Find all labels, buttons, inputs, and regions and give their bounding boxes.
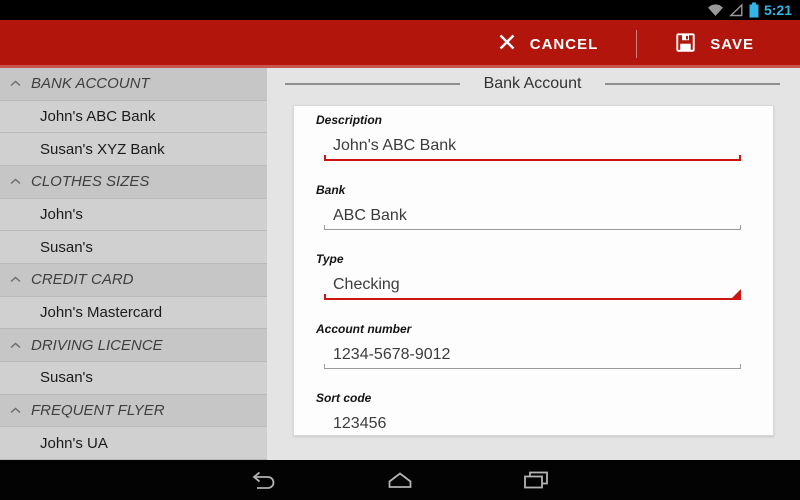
sidebar-header-label: BANK ACCOUNT [31,75,150,93]
action-bar-divider [636,30,638,58]
spinner-dropdown-icon[interactable] [730,289,741,300]
sidebar-item-susans-xyz-bank[interactable]: Susan's XYZ Bank [0,133,267,166]
sidebar-item-label: Susan's XYZ Bank [40,140,165,158]
description-underline-focused [324,155,741,161]
battery-icon [749,2,759,18]
sidebar-item-susans-clothes[interactable]: Susan's [0,231,267,264]
field-label: Type [316,252,344,266]
field-label: Description [316,113,383,127]
entry-form-card: Description John's ABC Bank Bank ABC Ban… [293,105,774,436]
sidebar-header-label: DRIVING LICENCE [31,336,163,354]
sidebar-item-label: Susan's [40,238,93,256]
signal-icon [729,3,744,17]
entry-title-row: Bank Account [285,74,780,94]
sidebar-header-clothes-sizes[interactable]: CLOTHES SIZES [0,165,267,199]
collapse-caret-icon [9,271,22,288]
sidebar-item-johns-clothes[interactable]: John's [0,198,267,232]
sidebar-item-label: John's ABC Bank [40,107,156,125]
field-description: Description John's ABC Bank [294,113,773,161]
sidebar-header-credit-card[interactable]: CREDIT CARD [0,263,267,297]
category-sidebar: BANK ACCOUNT John's ABC Bank Susan's XYZ… [0,68,267,460]
account-number-input[interactable]: 1234-5678-9012 [316,345,741,365]
collapse-caret-icon [9,337,22,354]
save-floppy-icon [675,32,696,57]
sidebar-item-susans-licence[interactable]: Susan's [0,361,267,395]
android-nav-bar [0,460,800,500]
status-bar: 5:21 [0,0,800,20]
type-underline [324,289,741,300]
field-label: Account number [316,322,412,336]
collapse-caret-icon [9,402,22,419]
sidebar-item-johns-abc-bank[interactable]: John's ABC Bank [0,100,267,134]
action-bar: CANCEL SAVE [0,20,800,68]
bank-underline [324,225,741,230]
sidebar-item-johns-ua[interactable]: John's UA [0,427,267,460]
bank-input[interactable]: ABC Bank [316,206,741,226]
cancel-button[interactable]: CANCEL [494,25,603,63]
account-number-underline [324,364,741,369]
title-rule-right [605,83,780,85]
field-account-number: Account number 1234-5678-9012 [294,322,773,369]
sidebar-header-label: FREQUENT FLYER [31,401,165,419]
save-label: SAVE [710,35,754,53]
home-icon[interactable] [384,469,416,491]
sidebar-header-label: CREDIT CARD [31,271,134,289]
cancel-label: CANCEL [529,35,599,53]
clock: 5:21 [763,2,792,18]
save-button[interactable]: SAVE [671,24,758,65]
sidebar-item-label: John's Mastercard [40,303,163,321]
field-sort-code: Sort code 123456 [294,391,773,434]
field-label: Sort code [316,391,372,405]
field-bank: Bank ABC Bank [294,183,773,230]
type-spinner[interactable]: Checking [316,275,741,295]
title-rule-left [285,83,460,85]
sidebar-item-label: John's [40,205,83,223]
sidebar-header-driving-licence[interactable]: DRIVING LICENCE [0,329,267,362]
sidebar-header-label: CLOTHES SIZES [31,173,150,191]
close-icon [498,33,516,55]
sidebar-header-frequent-flyer[interactable]: FREQUENT FLYER [0,394,267,428]
recents-icon[interactable] [520,469,552,491]
back-icon[interactable] [248,469,280,491]
sidebar-item-label: Susan's [40,369,93,387]
sidebar-header-bank-account[interactable]: BANK ACCOUNT [0,68,267,101]
sort-code-input[interactable]: 123456 [316,414,741,434]
wifi-icon [707,3,724,17]
collapse-caret-icon [9,75,22,92]
collapse-caret-icon [9,173,22,190]
field-type: Type Checking [294,252,773,300]
detail-pane: Bank Account Description John's ABC Bank… [267,68,800,460]
page-title: Bank Account [483,75,582,92]
field-label: Bank [316,183,346,197]
description-input[interactable]: John's ABC Bank [316,136,741,156]
sidebar-item-label: John's UA [40,434,108,452]
sidebar-item-johns-mastercard[interactable]: John's Mastercard [0,296,267,330]
